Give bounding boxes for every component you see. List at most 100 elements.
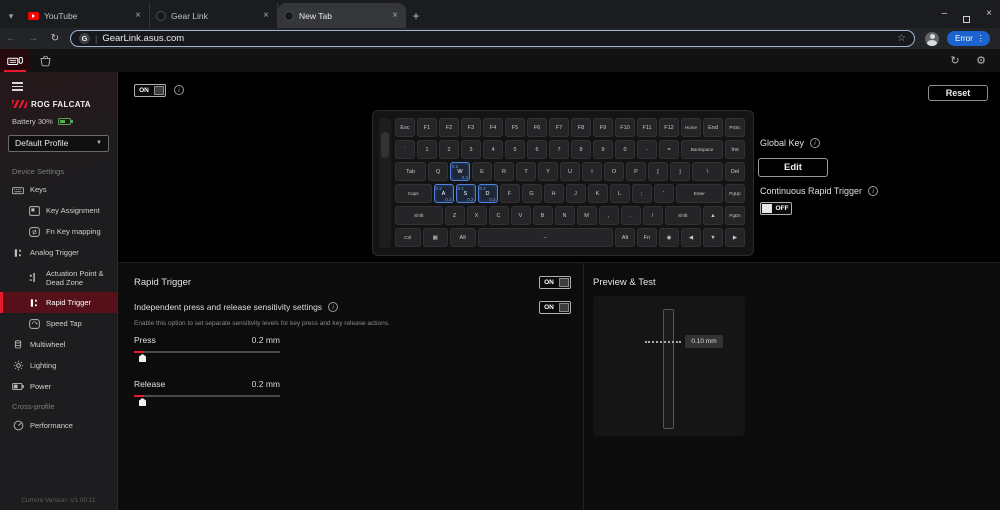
sidebar-item-key-assignment[interactable]: Key Assignment bbox=[0, 201, 117, 222]
sidebar-item-speed-tap[interactable]: Speed Tap bbox=[0, 313, 117, 334]
browser-error-badge[interactable]: Error ⋮ bbox=[947, 31, 990, 46]
key-6[interactable]: 6 bbox=[527, 140, 547, 159]
key-3[interactable]: 3 bbox=[461, 140, 481, 159]
key-f9[interactable]: F9 bbox=[593, 118, 613, 137]
browser-tab[interactable]: New Tab× bbox=[278, 3, 406, 28]
maximize-icon[interactable] bbox=[963, 16, 970, 23]
key-end[interactable]: End bbox=[703, 118, 723, 137]
info-icon[interactable]: i bbox=[868, 186, 878, 196]
key-o[interactable]: O bbox=[604, 162, 624, 181]
sync-icon[interactable]: ↻ bbox=[942, 49, 968, 72]
edit-button[interactable]: Edit bbox=[758, 158, 828, 177]
tab-close-icon[interactable]: × bbox=[261, 10, 271, 21]
key-c[interactable]: C bbox=[489, 206, 509, 225]
key-fn[interactable]: Fn bbox=[637, 228, 657, 247]
key-space[interactable]: / bbox=[643, 206, 663, 225]
browser-tab[interactable]: YouTube× bbox=[22, 3, 150, 28]
browser-tab[interactable]: Gear Link× bbox=[150, 3, 278, 28]
close-icon[interactable]: × bbox=[986, 0, 992, 28]
key-2[interactable]: 2 bbox=[439, 140, 459, 159]
key-h[interactable]: H bbox=[544, 184, 564, 203]
reload-icon[interactable]: ↻ bbox=[44, 33, 66, 44]
key-space[interactable]: ; bbox=[632, 184, 652, 203]
key-space[interactable]: [ bbox=[648, 162, 668, 181]
key-space[interactable]: ] bbox=[670, 162, 690, 181]
key-f7[interactable]: F7 bbox=[549, 118, 569, 137]
key-space[interactable]: ▼ bbox=[703, 228, 723, 247]
key-f12[interactable]: F12 bbox=[659, 118, 679, 137]
key-i[interactable]: I bbox=[582, 162, 602, 181]
key-shift[interactable]: Shift bbox=[665, 206, 702, 225]
key-0[interactable]: 0 bbox=[615, 140, 635, 159]
key-space[interactable]: – bbox=[478, 228, 614, 247]
key-space[interactable]: . bbox=[621, 206, 641, 225]
key-e[interactable]: E bbox=[472, 162, 492, 181]
minimize-icon[interactable]: – bbox=[942, 0, 948, 28]
key-pgdn[interactable]: PgDn bbox=[725, 206, 745, 225]
key-prtsc[interactable]: PrtSc bbox=[725, 118, 745, 137]
key-space[interactable]: ' bbox=[654, 184, 674, 203]
url-input[interactable]: G | GearLink.asus.com ☆ bbox=[70, 30, 915, 47]
key-space[interactable]: ◀ bbox=[681, 228, 701, 247]
hamburger-menu-icon[interactable] bbox=[12, 82, 23, 91]
key-8[interactable]: 8 bbox=[571, 140, 591, 159]
key-caps[interactable]: Caps bbox=[395, 184, 432, 203]
key-f1[interactable]: F1 bbox=[417, 118, 437, 137]
key-backspace[interactable]: Backspace bbox=[681, 140, 723, 159]
sidebar-item-performance[interactable]: Performance bbox=[0, 415, 117, 436]
profile-select[interactable]: Default Profile ▼ bbox=[8, 135, 109, 152]
key-r[interactable]: R bbox=[494, 162, 514, 181]
key-alt[interactable]: Alt bbox=[450, 228, 476, 247]
key-space[interactable]: ▶ bbox=[725, 228, 745, 247]
url-text[interactable]: GearLink.asus.com bbox=[102, 33, 897, 44]
settings-gear-icon[interactable]: ⚙ bbox=[968, 49, 994, 72]
key-space[interactable]: ▲ bbox=[703, 206, 723, 225]
slider-thumb[interactable] bbox=[139, 354, 146, 362]
key-space[interactable]: , bbox=[599, 206, 619, 225]
key-w[interactable]: W0.20.2 bbox=[450, 162, 470, 181]
release-slider[interactable] bbox=[134, 395, 280, 397]
key-enter[interactable]: Enter bbox=[676, 184, 724, 203]
browser-menu-icon[interactable]: ⋮ bbox=[977, 34, 985, 43]
key-u[interactable]: U bbox=[560, 162, 580, 181]
key-1[interactable]: 1 bbox=[417, 140, 437, 159]
key-del[interactable]: Del bbox=[725, 162, 745, 181]
store-icon[interactable] bbox=[30, 49, 60, 72]
key-x[interactable]: X bbox=[467, 206, 487, 225]
keyboard-feature-toggle[interactable]: ON bbox=[134, 84, 166, 97]
key-j[interactable]: J bbox=[566, 184, 586, 203]
key-tab[interactable]: Tab bbox=[395, 162, 426, 181]
key-9[interactable]: 9 bbox=[593, 140, 613, 159]
continuous-rapid-trigger-toggle[interactable]: OFF bbox=[760, 202, 792, 215]
key-space[interactable]: ◉ bbox=[659, 228, 679, 247]
key-f10[interactable]: F10 bbox=[615, 118, 635, 137]
sidebar-item-keys[interactable]: Keys bbox=[0, 180, 117, 201]
key-d[interactable]: D0.20.2 bbox=[478, 184, 498, 203]
sidebar-item-multiwheel[interactable]: Multiwheel bbox=[0, 334, 117, 355]
sidebar-item-power[interactable]: Power bbox=[0, 376, 117, 397]
key-shift[interactable]: Shift bbox=[395, 206, 443, 225]
bookmark-star-icon[interactable]: ☆ bbox=[897, 33, 906, 44]
key-f2[interactable]: F2 bbox=[439, 118, 459, 137]
forward-icon[interactable]: → bbox=[22, 33, 44, 44]
key-f11[interactable]: F11 bbox=[637, 118, 657, 137]
sidebar-item-rapid-trigger[interactable]: Rapid Trigger bbox=[0, 292, 117, 313]
key-k[interactable]: K bbox=[588, 184, 608, 203]
info-icon[interactable]: i bbox=[810, 138, 820, 148]
key-pgup[interactable]: PgUp bbox=[725, 184, 745, 203]
key-t[interactable]: T bbox=[516, 162, 536, 181]
key-v[interactable]: V bbox=[511, 206, 531, 225]
sidebar-item-analog-trigger[interactable]: Analog Trigger bbox=[0, 243, 117, 264]
key-m[interactable]: M bbox=[577, 206, 597, 225]
sidebar-item-lighting[interactable]: Lighting bbox=[0, 355, 117, 376]
key-alt[interactable]: Alt bbox=[615, 228, 635, 247]
tab-close-icon[interactable]: × bbox=[390, 10, 400, 21]
sidebar-item-actuation-point-dead-zone[interactable]: Actuation Point & Dead Zone bbox=[0, 264, 117, 293]
key-space[interactable]: ▦ bbox=[423, 228, 449, 247]
rapid-trigger-toggle[interactable]: ON bbox=[539, 276, 571, 289]
key-n[interactable]: N bbox=[555, 206, 575, 225]
key-f3[interactable]: F3 bbox=[461, 118, 481, 137]
key-ctrl[interactable]: Ctrl bbox=[395, 228, 421, 247]
key-g[interactable]: G bbox=[522, 184, 542, 203]
info-icon[interactable]: i bbox=[328, 302, 338, 312]
